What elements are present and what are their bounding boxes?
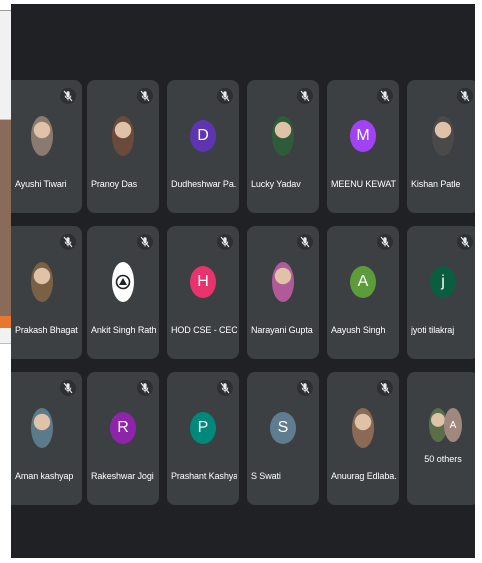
participant-initial-avatar: D: [190, 120, 216, 152]
left-window-footer: [0, 328, 11, 344]
participant-initial-avatar: H: [190, 266, 216, 298]
mic-muted-icon: [297, 234, 313, 250]
left-window-taskbar-item: [0, 316, 11, 328]
right-edge: [475, 0, 482, 563]
participant-name: Lucky Yadav: [251, 179, 301, 189]
others-count-label: 50 others: [424, 454, 462, 464]
mic-muted-icon: [217, 88, 233, 104]
participant-name: Narayani Gupta: [251, 325, 313, 335]
participant-tile[interactable]: R Rakeshwar Jogi: [87, 372, 159, 505]
participant-name: MEENU KEWAT: [331, 179, 396, 189]
participant-initial-avatar: M: [350, 120, 376, 152]
participant-tile[interactable]: S S Swati: [247, 372, 319, 505]
participant-tile[interactable]: Anuurag Edlaba...: [327, 372, 399, 505]
participant-photo-avatar: [272, 262, 294, 302]
mic-muted-icon: [60, 234, 76, 250]
participant-initial-avatar: R: [110, 412, 136, 444]
participant-name: Ayushi Tiwari: [15, 179, 67, 189]
participant-photo-avatar: [432, 116, 454, 156]
participant-photo-avatar: [352, 408, 374, 448]
participant-tile[interactable]: Prakash Bhagat: [11, 226, 82, 359]
participant-tile[interactable]: Kishan Patle: [407, 80, 475, 213]
mic-muted-icon: [60, 380, 76, 396]
participant-name: Prashant Kashyap: [171, 471, 237, 481]
participant-name: Aayush Singh: [331, 325, 386, 335]
others-tile[interactable]: A 50 others: [407, 372, 475, 505]
mic-muted-icon: [377, 234, 393, 250]
participant-photo-avatar: [112, 116, 134, 156]
mic-muted-icon: [217, 234, 233, 250]
participant-tile[interactable]: Ayushi Tiwari: [11, 80, 82, 213]
participant-photo-avatar: [31, 408, 53, 448]
mic-muted-icon: [60, 88, 76, 104]
participant-name: S Swati: [251, 471, 281, 481]
left-window-titlebar: [0, 10, 11, 120]
participant-tile[interactable]: j jyoti tilakraj: [407, 226, 475, 359]
mic-muted-icon: [377, 88, 393, 104]
participant-name: Kishan Patle: [411, 179, 461, 189]
participant-tile[interactable]: P Prashant Kashyap: [167, 372, 239, 505]
mic-muted-icon: [457, 88, 473, 104]
participant-photo-avatar: [31, 116, 53, 156]
participant-name: Ankit Singh Rath...: [91, 325, 157, 335]
participant-tile[interactable]: H HOD CSE - CEC: [167, 226, 239, 359]
mic-muted-icon: [137, 234, 153, 250]
participant-tile[interactable]: Pranoy Das: [87, 80, 159, 213]
others-initial-avatar: A: [444, 408, 462, 442]
participant-name: jyoti tilakraj: [411, 325, 455, 335]
participant-initial-avatar: A: [350, 266, 376, 298]
participant-initial-avatar: S: [270, 412, 296, 444]
participant-initial-avatar: j: [430, 266, 456, 298]
participant-tile[interactable]: M MEENU KEWAT: [327, 80, 399, 213]
participant-name: Aman kashyap: [15, 471, 74, 481]
left-edge-window: [0, 0, 11, 563]
bottom-edge: [0, 558, 482, 563]
left-window-content: [0, 120, 11, 316]
participant-tile[interactable]: D Dudheshwar Pa...: [167, 80, 239, 213]
participant-initial-avatar: P: [190, 412, 216, 444]
participant-photo-avatar: [31, 262, 53, 302]
mic-muted-icon: [297, 88, 313, 104]
participant-name: Anuurag Edlaba...: [331, 471, 397, 481]
participant-tile[interactable]: Narayani Gupta: [247, 226, 319, 359]
mic-muted-icon: [457, 234, 473, 250]
participant-photo-avatar: [112, 262, 134, 302]
participant-name: Dudheshwar Pa...: [171, 179, 237, 189]
participant-tile[interactable]: Ankit Singh Rath...: [87, 226, 159, 359]
mic-muted-icon: [217, 380, 233, 396]
mic-muted-icon: [377, 380, 393, 396]
mic-muted-icon: [297, 380, 313, 396]
participant-tile[interactable]: Lucky Yadav: [247, 80, 319, 213]
participant-name: Rakeshwar Jogi: [91, 471, 154, 481]
participant-tile[interactable]: A Aayush Singh: [327, 226, 399, 359]
mic-muted-icon: [137, 380, 153, 396]
meeting-grid: Ayushi Tiwari Pranoy Das D Dudheshwar Pa...…: [11, 4, 475, 558]
participant-photo-avatar: [272, 116, 294, 156]
mic-muted-icon: [137, 88, 153, 104]
participant-name: Prakash Bhagat: [15, 325, 78, 335]
participant-name: Pranoy Das: [91, 179, 138, 189]
participant-tile[interactable]: Aman kashyap: [11, 372, 82, 505]
participant-name: HOD CSE - CEC: [171, 325, 237, 335]
